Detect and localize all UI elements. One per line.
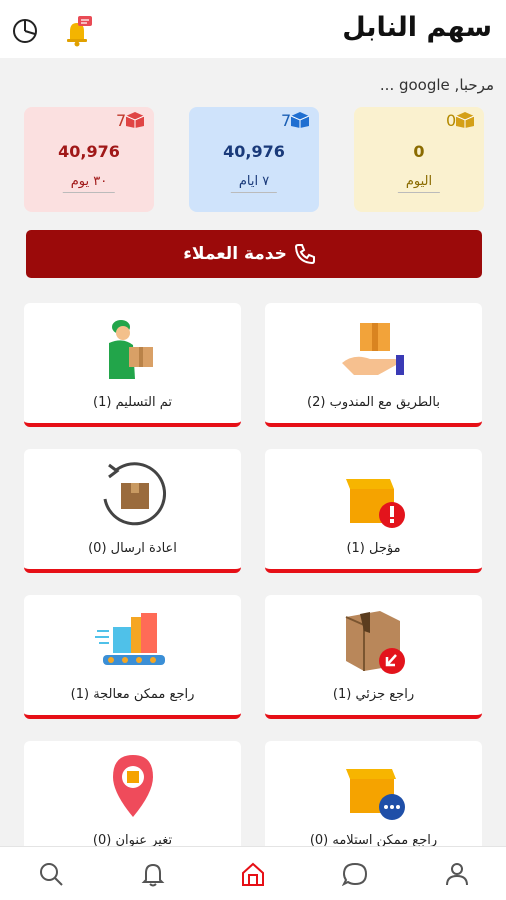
profile-icon[interactable] xyxy=(444,861,470,887)
chat-icon[interactable] xyxy=(342,861,368,887)
customer-service-button[interactable]: خدمة العملاء xyxy=(26,230,482,278)
box-return-icon xyxy=(103,462,166,526)
box-pending-icon xyxy=(345,769,405,820)
delivery-man-icon xyxy=(108,320,153,379)
red-box-icon xyxy=(125,112,145,128)
stat-period: اليوم xyxy=(397,171,441,193)
stat-value: 40,976 xyxy=(223,142,285,161)
customer-service-label: خدمة العملاء xyxy=(183,244,287,264)
status-card-delivered[interactable]: تم التسليم (1) xyxy=(24,303,241,427)
status-card-postponed[interactable]: مؤجل (1) xyxy=(265,449,482,573)
stat-period: ٣٠ يوم xyxy=(62,171,116,193)
card-label: اعادة ارسال (0) xyxy=(88,541,177,556)
stat-value: 40,976 xyxy=(58,142,120,161)
card-label: مؤجل (1) xyxy=(346,541,401,556)
status-card-return-processable[interactable]: راجع ممكن معالجة (1) xyxy=(24,595,241,719)
box-alert-icon xyxy=(345,479,405,528)
pie-chart-icon[interactable] xyxy=(12,18,38,44)
home-icon[interactable] xyxy=(240,861,266,887)
location-pin-icon xyxy=(112,755,153,817)
status-card-partial-return[interactable]: راجع جزئي (1) xyxy=(265,595,482,719)
status-card-with-courier[interactable]: بالطريق مع المندوب (2) xyxy=(265,303,482,427)
stat-card-30-days[interactable]: 7 40,976 ٣٠ يوم xyxy=(24,107,154,212)
bottom-navigation xyxy=(0,846,506,900)
gold-box-icon xyxy=(455,112,475,128)
welcome-text: مرحبا, google ... xyxy=(379,76,494,94)
app-header: سهم النابل xyxy=(0,0,506,58)
card-label: تم التسليم (1) xyxy=(93,395,172,410)
card-label: راجع جزئي (1) xyxy=(332,687,415,702)
card-label: بالطريق مع المندوب (2) xyxy=(307,395,440,410)
stat-value: 0 xyxy=(413,142,425,161)
stat-card-today[interactable]: 0 0 اليوم xyxy=(354,107,484,212)
blue-box-icon xyxy=(290,112,310,128)
app-title: سهم النابل xyxy=(342,12,492,43)
notification-bell-icon[interactable] xyxy=(60,14,94,48)
status-card-resend[interactable]: اعادة ارسال (0) xyxy=(24,449,241,573)
box-partial-return-icon xyxy=(345,611,405,674)
conveyor-boxes-icon xyxy=(94,613,165,665)
card-label: راجع ممكن معالجة (1) xyxy=(70,687,195,702)
stat-period: ٧ ايام xyxy=(230,171,278,193)
phone-icon xyxy=(294,244,315,265)
box-on-hand-icon xyxy=(341,323,404,375)
search-icon[interactable] xyxy=(38,861,64,887)
bell-icon[interactable] xyxy=(140,861,166,887)
stat-card-7-days[interactable]: 7 40,976 ٧ ايام xyxy=(189,107,319,212)
